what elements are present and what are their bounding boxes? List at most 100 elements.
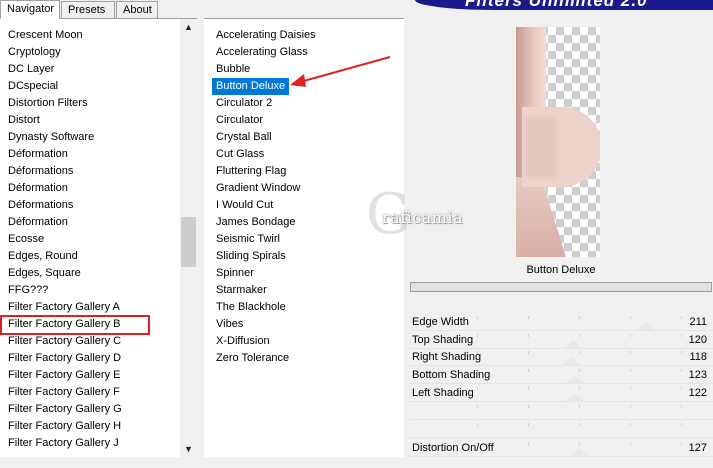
slider-tick [630, 405, 631, 408]
slider-value: 118 [689, 351, 707, 363]
category-item[interactable]: Filter Factory Gallery F [0, 384, 180, 401]
category-item[interactable]: Déformation [0, 214, 180, 231]
slider-thumb[interactable] [637, 322, 656, 330]
category-item[interactable]: Ecosse [0, 231, 180, 248]
category-item[interactable]: FFG??? [0, 282, 180, 299]
slider-tick [528, 423, 529, 426]
category-item[interactable]: Déformations [0, 197, 180, 214]
banner-title: Filters Unlimited 2.0 [465, 0, 648, 10]
category-item[interactable]: Déformations [0, 163, 180, 180]
scroll-down-icon[interactable]: ▼ [180, 441, 197, 458]
filter-item[interactable]: Fluttering Flag [212, 163, 290, 180]
slider-thumb[interactable] [570, 448, 588, 456]
tab-about[interactable]: About [116, 1, 158, 18]
filter-item[interactable]: Spinner [212, 265, 258, 282]
slider-thumb[interactable] [563, 340, 582, 348]
filter-item-selected[interactable]: Button Deluxe [212, 78, 290, 95]
category-item[interactable]: Distortion Filters [0, 95, 180, 112]
slider-track[interactable] [477, 369, 682, 383]
category-list[interactable]: Crescent Moon Cryptology DC Layer DCspecial… [0, 18, 197, 458]
slider-tick [630, 387, 631, 390]
parameter-slider-row[interactable] [409, 403, 713, 420]
filter-item[interactable]: Zero Tolerance [212, 350, 293, 367]
category-item[interactable]: Cryptology [0, 44, 180, 61]
parameter-slider-row[interactable]: Bottom Shading 123 [409, 367, 713, 384]
category-item[interactable]: Filter Factory Gallery D [0, 350, 180, 367]
filter-item[interactable]: James Bondage [212, 214, 300, 231]
slider-track[interactable] [477, 405, 682, 419]
category-item[interactable]: Filter Factory Gallery C [0, 333, 180, 350]
parameter-slider-row[interactable]: Right Shading 118 [409, 349, 713, 366]
filter-item[interactable]: X-Diffusion [212, 333, 274, 350]
annotation-arrow-icon [290, 56, 391, 87]
slider-track[interactable] [477, 316, 682, 330]
filter-item[interactable]: Circulator 2 [212, 95, 276, 112]
slider-tick [681, 351, 682, 354]
filter-item[interactable]: Starmaker [212, 282, 271, 299]
tab-presets[interactable]: Presets [61, 1, 115, 18]
slider-value: 122 [688, 387, 707, 399]
category-item[interactable]: Filter Factory Gallery G [0, 401, 180, 418]
parameter-slider-row[interactable] [409, 421, 713, 438]
scroll-thumb[interactable] [181, 217, 196, 267]
filter-item[interactable]: Gradient Window [212, 180, 304, 197]
slider-tick [477, 423, 478, 426]
filter-item[interactable]: Seismic Twirl [212, 231, 284, 248]
filter-item[interactable]: Sliding Spirals [212, 248, 290, 265]
category-item[interactable]: Distort [0, 112, 180, 129]
slider-thumb[interactable] [561, 357, 580, 365]
slider-value: 123 [688, 369, 707, 381]
slider-track[interactable] [477, 442, 682, 456]
slider-thumb[interactable] [565, 375, 584, 383]
category-item[interactable]: Dynasty Software [0, 129, 180, 146]
slider-tick [528, 316, 529, 319]
category-item[interactable]: Filter Factory Gallery A [0, 299, 180, 316]
slider-tick [681, 316, 682, 319]
slider-tick [630, 351, 631, 354]
category-item[interactable]: Edges, Round [0, 248, 180, 265]
filter-item[interactable]: Crystal Ball [212, 129, 276, 146]
category-item[interactable]: Filter Factory Gallery E [0, 367, 180, 384]
slider-track[interactable] [477, 334, 682, 348]
slider-track[interactable] [477, 351, 682, 365]
slider-tick [528, 387, 529, 390]
category-item[interactable]: Filter Factory Gallery J [0, 435, 180, 452]
filter-item[interactable]: Circulator [212, 112, 267, 129]
category-item[interactable]: Déformation [0, 180, 180, 197]
slider-tick [681, 423, 682, 426]
slider-tick [681, 387, 682, 390]
category-item[interactable]: Déformation [0, 146, 180, 163]
category-item[interactable]: Crescent Moon [0, 27, 180, 44]
category-item[interactable]: Filter Factory Gallery H [0, 418, 180, 435]
slider-track[interactable] [477, 387, 682, 401]
slider-value: 127 [688, 442, 707, 454]
tab-navigator[interactable]: Navigator [0, 0, 60, 19]
slider-tick [630, 369, 631, 372]
tab-bar: Navigator Presets About [0, 0, 420, 19]
category-item[interactable]: DC Layer [0, 61, 180, 78]
category-item[interactable]: DCspecial [0, 78, 180, 95]
category-highlight-box [0, 315, 150, 335]
filter-item[interactable]: Cut Glass [212, 146, 268, 163]
filter-item[interactable]: The Blackhole [212, 299, 290, 316]
slider-thumb[interactable] [565, 393, 584, 401]
filter-item[interactable]: I Would Cut [212, 197, 277, 214]
preview-skin-shape [516, 177, 566, 257]
slider-tick [681, 442, 682, 445]
parameter-slider-row[interactable]: Edge Width 211 [409, 314, 713, 331]
slider-tick [477, 405, 478, 408]
parameter-slider-row[interactable]: Top Shading 120 [409, 332, 713, 349]
parameter-slider-row[interactable]: Distortion On/Off 127 [409, 440, 713, 457]
slider-track[interactable] [477, 423, 682, 437]
filter-item[interactable]: Accelerating Daisies [212, 27, 320, 44]
slider-tick [528, 369, 529, 372]
slider-value: 120 [688, 334, 707, 346]
category-scrollbar[interactable]: ▲ ▼ [180, 19, 197, 458]
filter-item[interactable]: Vibes [212, 316, 247, 333]
category-item[interactable]: Edges, Square [0, 265, 180, 282]
scroll-up-icon[interactable]: ▲ [180, 19, 197, 36]
slider-label: Left Shading [412, 387, 474, 399]
filter-item[interactable]: Bubble [212, 61, 254, 78]
parameter-slider-row[interactable]: Left Shading 122 [409, 385, 713, 402]
preview-skin-shape [526, 117, 556, 177]
